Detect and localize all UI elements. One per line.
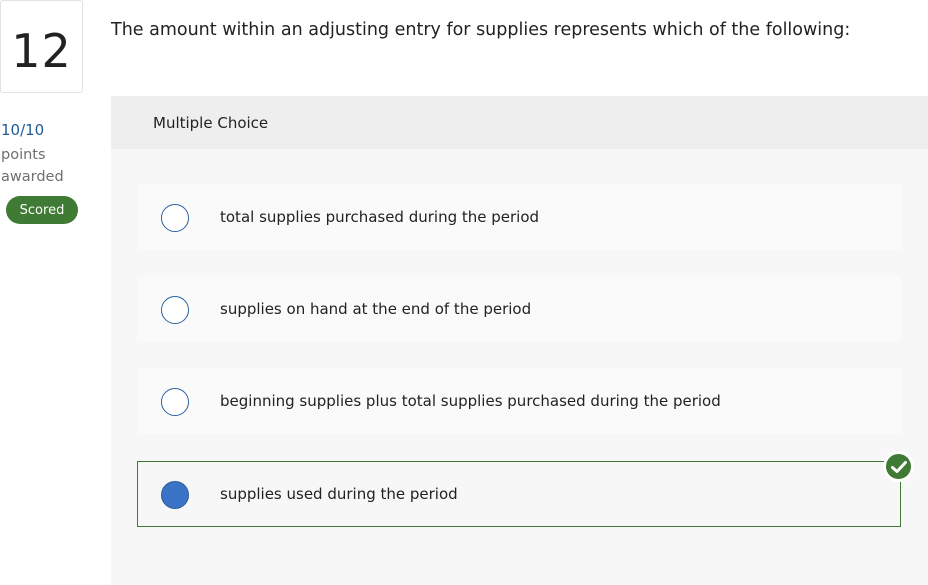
question-type-label: Multiple Choice: [111, 96, 928, 149]
question-number: 12: [11, 23, 72, 78]
answer-option-4-correct[interactable]: supplies used during the period: [137, 461, 901, 527]
scored-badge: Scored: [6, 196, 78, 224]
answer-option-label: total supplies purchased during the peri…: [220, 208, 540, 226]
points-value: 10/10: [1, 121, 45, 139]
checkmark-icon: [884, 452, 913, 481]
radio-button[interactable]: [161, 204, 189, 232]
answer-panel: Multiple Choice total supplies purchased…: [111, 96, 928, 585]
radio-button[interactable]: [161, 296, 189, 324]
points-label: points awarded: [1, 147, 64, 185]
question-number-box: 12: [0, 0, 83, 93]
radio-button-selected[interactable]: [161, 481, 189, 509]
answer-option-label: beginning supplies plus total supplies p…: [220, 392, 721, 410]
question-page: 12 10/10 points awarded Scored The amoun…: [0, 0, 928, 585]
checkmark-glyph: [890, 460, 907, 473]
question-text: The amount within an adjusting entry for…: [111, 20, 851, 40]
radio-button[interactable]: [161, 388, 189, 416]
answer-option-3[interactable]: beginning supplies plus total supplies p…: [137, 368, 901, 434]
answer-option-1[interactable]: total supplies purchased during the peri…: [137, 184, 901, 250]
answer-option-2[interactable]: supplies on hand at the end of the perio…: [137, 276, 901, 342]
answer-option-label: supplies on hand at the end of the perio…: [220, 300, 532, 318]
answer-option-label: supplies used during the period: [220, 485, 458, 503]
